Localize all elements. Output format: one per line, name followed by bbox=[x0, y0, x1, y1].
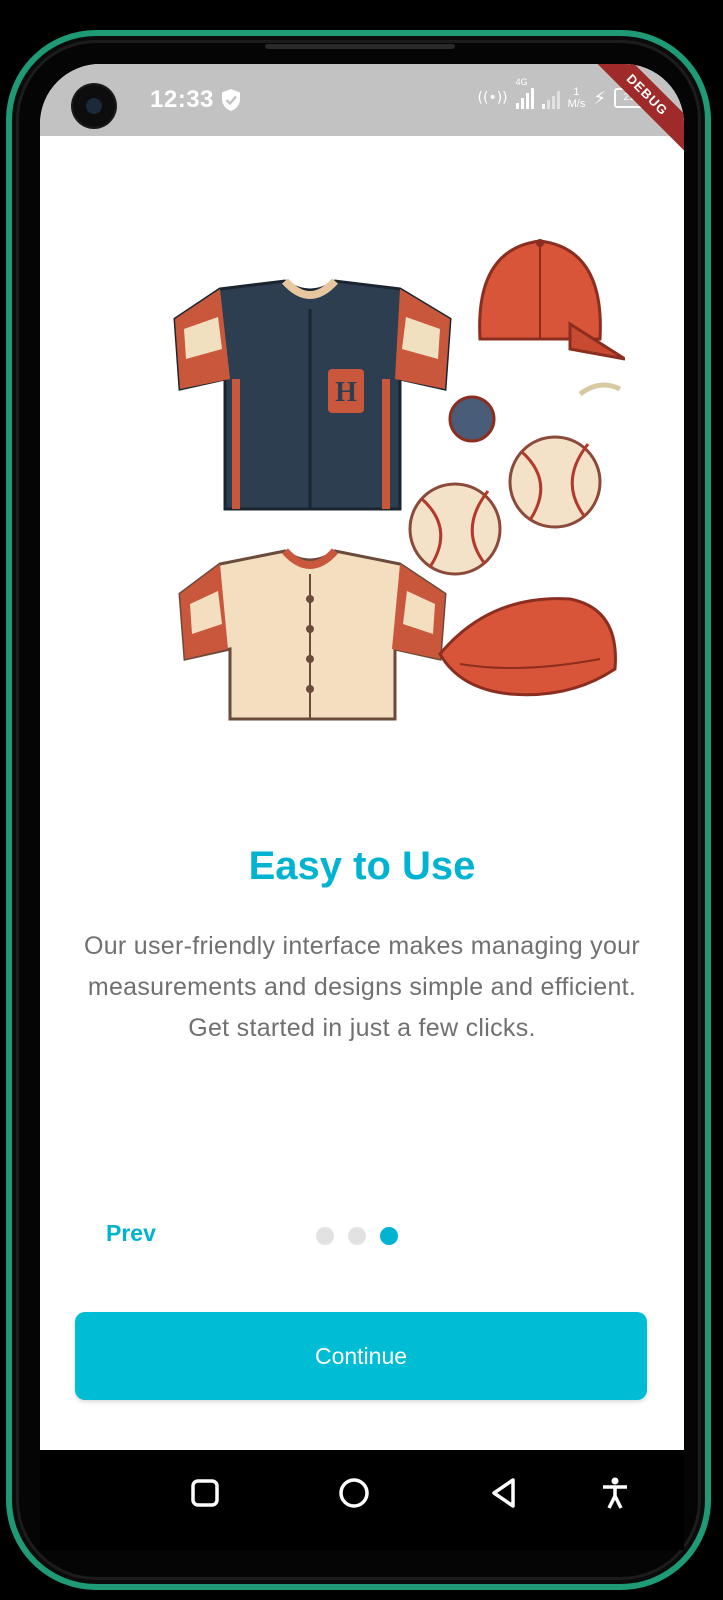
red-hat-image bbox=[438, 597, 617, 697]
network-type-label: 4G bbox=[515, 77, 528, 87]
speed-unit: M/s bbox=[567, 98, 586, 110]
hotspot-icon: ((•)) bbox=[477, 90, 508, 106]
baseball-image-1 bbox=[408, 482, 502, 576]
page-dot[interactable] bbox=[316, 1227, 334, 1245]
app-screen: 12:33 ((•)) 4G 1 M/s ⚡ 21 DEBUG H Easy t… bbox=[40, 64, 684, 1450]
accessibility-icon[interactable] bbox=[598, 1476, 632, 1510]
earpiece-speaker bbox=[265, 44, 455, 49]
navy-jersey-image: H bbox=[173, 278, 452, 511]
prev-button[interactable]: Prev bbox=[106, 1220, 156, 1247]
speed-value: 1 bbox=[573, 86, 580, 98]
onboarding-title: Easy to Use bbox=[248, 844, 476, 888]
baseball-image-2 bbox=[508, 435, 602, 529]
back-icon[interactable] bbox=[487, 1476, 521, 1510]
shield-icon bbox=[222, 89, 240, 111]
status-icons: ((•)) 4G 1 M/s ⚡ 21 bbox=[477, 77, 644, 114]
glove-image bbox=[448, 395, 496, 443]
phone-device: 12:33 ((•)) 4G 1 M/s ⚡ 21 DEBUG H Easy t… bbox=[0, 0, 723, 1600]
signal-secondary-icon bbox=[541, 87, 560, 109]
page-dot-active[interactable] bbox=[380, 1227, 398, 1245]
whistle-image bbox=[578, 382, 622, 397]
baseball-apparel-illustration: H bbox=[173, 239, 625, 721]
signal-icon: 4G bbox=[515, 77, 534, 109]
recents-icon[interactable] bbox=[188, 1476, 222, 1510]
home-icon[interactable] bbox=[337, 1476, 371, 1510]
onboarding-description: Our user-friendly interface makes managi… bbox=[83, 932, 640, 1042]
system-navigation-bar bbox=[40, 1450, 684, 1550]
cream-jersey-image bbox=[178, 548, 447, 721]
network-speed: 1 M/s bbox=[568, 86, 586, 110]
status-bar: 12:33 ((•)) 4G 1 M/s ⚡ 21 DEBUG bbox=[40, 64, 684, 158]
svg-text:H: H bbox=[335, 377, 357, 408]
continue-button[interactable]: Continue bbox=[75, 1312, 647, 1400]
page-indicator bbox=[316, 1227, 398, 1245]
page-dot[interactable] bbox=[348, 1227, 366, 1245]
status-time: 12:33 bbox=[150, 86, 214, 113]
charging-icon: ⚡ bbox=[593, 87, 606, 109]
baseball-cap-image bbox=[478, 239, 625, 361]
front-camera bbox=[73, 85, 115, 127]
